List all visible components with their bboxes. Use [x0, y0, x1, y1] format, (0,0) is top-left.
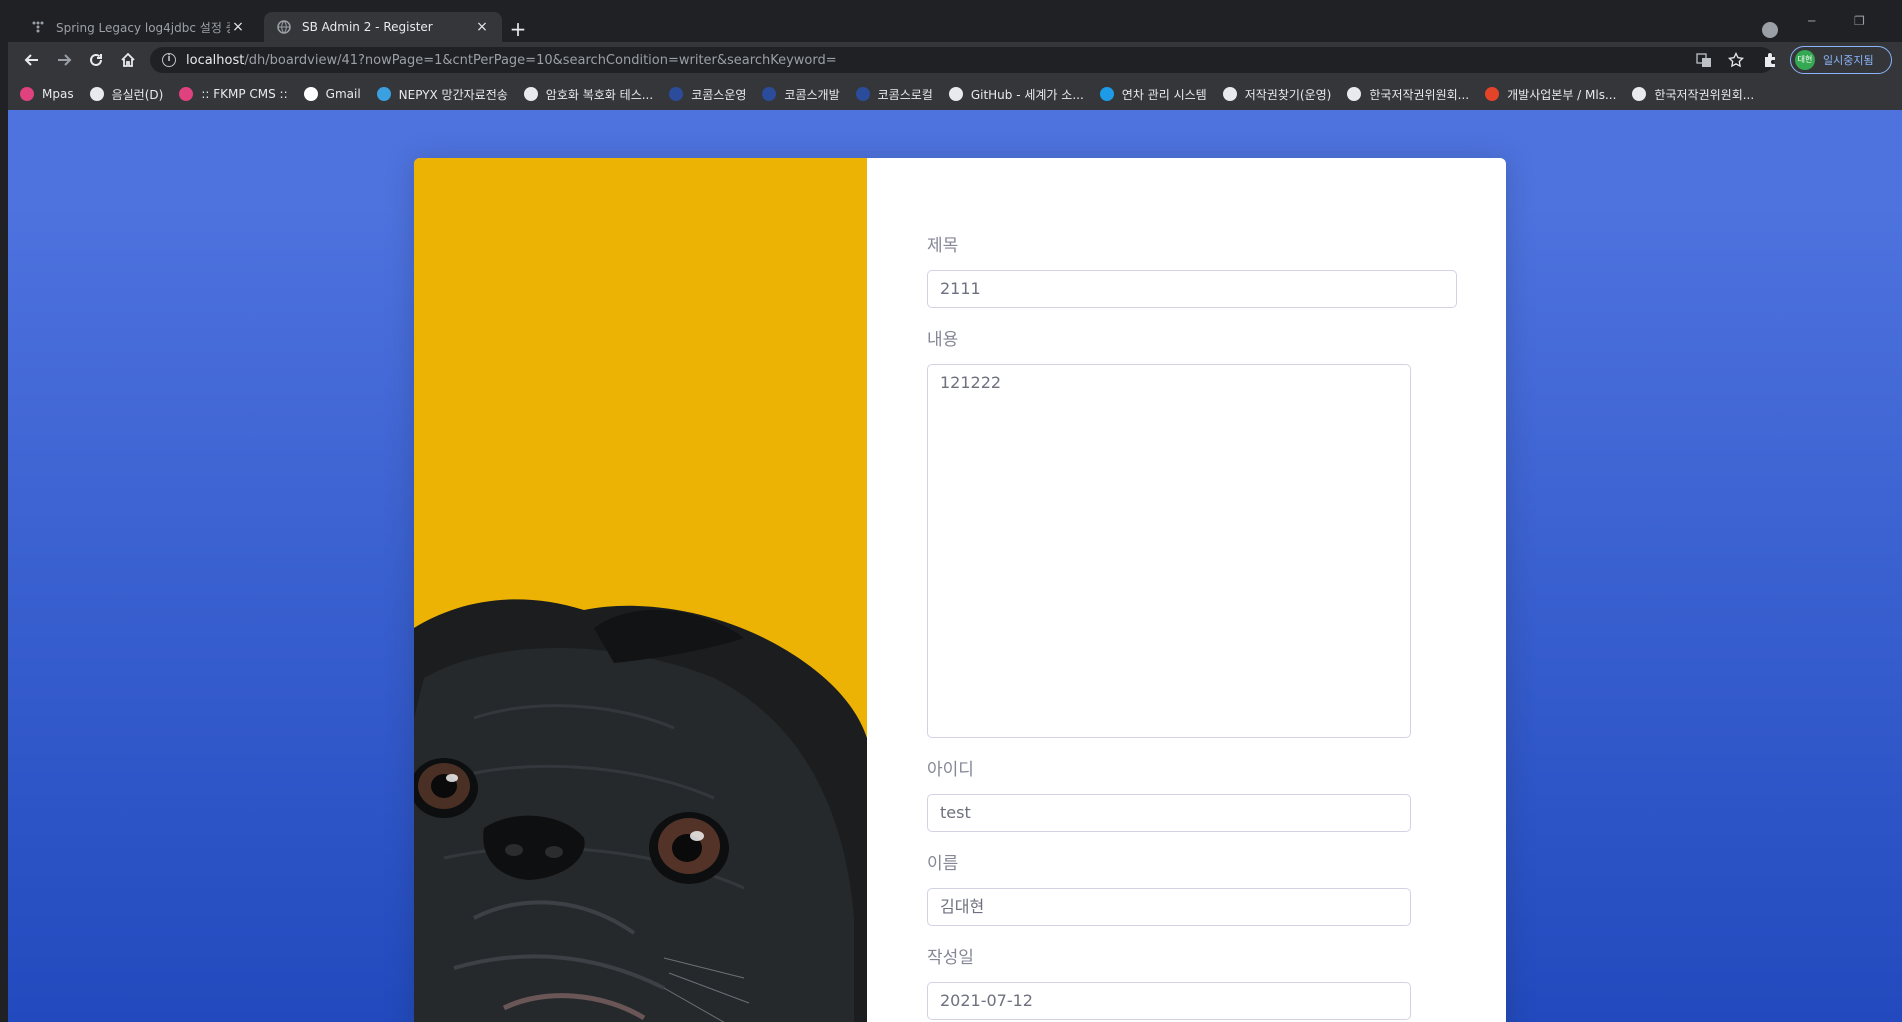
avatar: 대현: [1795, 50, 1815, 70]
bookmark-label: Mpas: [42, 87, 74, 101]
user-id-label: 아이디: [927, 760, 974, 780]
tab-search-icon[interactable]: [1762, 22, 1778, 38]
bookmark-item[interactable]: 한국저작권위원회...: [1347, 86, 1469, 103]
tab-title: SB Admin 2 - Register: [302, 20, 433, 34]
bookmark-item[interactable]: Mpas: [20, 87, 74, 101]
tab-spring-legacy[interactable]: Spring Legacy log4jdbc 설정 중 ×: [18, 12, 258, 42]
bookmark-label: 저작권찾기(운영): [1244, 87, 1332, 102]
home-icon[interactable]: [116, 48, 140, 72]
bookmark-item[interactable]: 코콤스개발: [762, 86, 840, 103]
tab-strip: Spring Legacy log4jdbc 설정 중 × SB Admin 2…: [8, 8, 1902, 42]
profile-button[interactable]: 대현 일시중지됨: [1790, 46, 1892, 74]
bookmark-item[interactable]: 암호화 복호화 테스...: [523, 86, 654, 103]
nepyx-icon: [376, 87, 391, 101]
bookmark-label: 한국저작권위원회...: [1369, 87, 1470, 102]
forward-icon[interactable]: [52, 48, 76, 72]
content-textarea[interactable]: 121222: [927, 364, 1411, 738]
site-info-icon[interactable]: i: [162, 53, 176, 67]
k-icon: [20, 87, 34, 101]
bookmark-label: 음실런(D): [111, 87, 164, 102]
tab-title: Spring Legacy log4jdbc 설정 중: [56, 20, 230, 35]
bookmark-label: Gmail: [325, 87, 361, 101]
user-id-input[interactable]: test: [927, 794, 1411, 832]
url-host: localhost: [186, 52, 245, 68]
bookmark-item[interactable]: 개발사업본부 / Mls...: [1485, 86, 1616, 103]
globe-favicon-icon: [276, 19, 292, 35]
bookmarks-bar: Mpas 음실런(D):: FKMP CMS :: Gmail NEPYX 망간자료전…: [8, 78, 1902, 110]
address-bar[interactable]: i localhost/dh/boardview/41?nowPage=1&cn…: [150, 47, 1774, 73]
tistory-favicon-icon: [30, 19, 46, 35]
name-label: 이름: [927, 854, 959, 874]
close-tab-icon[interactable]: ×: [474, 19, 490, 35]
bookmark-label: 한국저작권위원회...: [1654, 87, 1755, 102]
bookmark-label: 코콤스운영: [691, 87, 747, 102]
url-path: /dh/boardview/41?nowPage=1&cntPerPage=10…: [244, 52, 837, 68]
bookmark-item[interactable]: 코콤스로컬: [855, 86, 933, 103]
close-tab-icon[interactable]: ×: [230, 19, 246, 35]
bookmark-item[interactable]: 음실런(D): [89, 86, 164, 103]
translate-icon[interactable]: [1696, 47, 1712, 73]
minimize-icon[interactable]: ─: [1808, 14, 1815, 28]
bookmark-item[interactable]: NEPYX 망간자료전송: [376, 86, 508, 103]
pug-image: [414, 158, 867, 1022]
bookmark-item[interactable]: 한국저작권위원회...: [1632, 86, 1754, 103]
bookmark-label: :: FKMP CMS ::: [201, 87, 288, 101]
pug-illustration: [414, 599, 867, 1022]
bookmark-label: 암호화 복호화 테스...: [545, 87, 654, 102]
profile-status: 일시중지됨: [1823, 54, 1874, 67]
title-label: 제목: [927, 236, 959, 256]
bookmark-item[interactable]: :: FKMP CMS ::: [179, 87, 288, 101]
d-icon: [1099, 87, 1114, 101]
kocoms-icon: [669, 87, 684, 101]
bookmark-item[interactable]: 연차 관리 시스템: [1099, 86, 1207, 103]
kocoms-icon: [855, 87, 870, 101]
bookmark-label: 연차 관리 시스템: [1121, 87, 1207, 102]
bookmark-item[interactable]: Gmail: [303, 87, 361, 101]
bookmark-item[interactable]: 저작권찾기(운영): [1222, 86, 1332, 103]
board-view-card: 제목 2111 내용 121222 아이디 test 이름 김대현 작성일 20…: [414, 158, 1506, 1022]
globe-icon: [1222, 87, 1237, 101]
bookmark-label: NEPYX 망간자료전송: [398, 87, 508, 102]
bookmark-label: GitHub - 세계가 소...: [970, 87, 1084, 102]
globe-icon: [1347, 87, 1362, 101]
date-label: 작성일: [927, 948, 974, 968]
bookmark-label: 코콤스개발: [784, 87, 840, 102]
reload-icon[interactable]: [84, 48, 108, 72]
gitlab-icon: [1485, 87, 1500, 101]
name-input[interactable]: 김대현: [927, 888, 1411, 926]
new-tab-button[interactable]: +: [506, 18, 530, 42]
extensions-icon[interactable]: [1758, 48, 1782, 72]
back-icon[interactable]: [20, 48, 44, 72]
bookmark-item[interactable]: GitHub - 세계가 소...: [948, 86, 1084, 103]
date-input[interactable]: 2021-07-12: [927, 982, 1411, 1020]
restore-icon[interactable]: ❐: [1854, 14, 1865, 28]
tab-sb-admin-register[interactable]: SB Admin 2 - Register ×: [264, 12, 502, 42]
bookmark-star-icon[interactable]: [1728, 47, 1744, 73]
bookmark-label: 코콤스로컬: [877, 87, 933, 102]
kocoms-icon: [762, 87, 777, 101]
bookmark-item[interactable]: 코콤스운영: [669, 86, 746, 103]
page-viewport: 제목 2111 내용 121222 아이디 test 이름 김대현 작성일 20…: [8, 110, 1902, 1022]
globe-icon: [1632, 87, 1647, 101]
navigation-bar: i localhost/dh/boardview/41?nowPage=1&cn…: [8, 42, 1902, 78]
k-icon: [179, 87, 194, 101]
content-label: 내용: [927, 330, 959, 350]
globe-icon: [89, 87, 104, 101]
google-icon: [303, 87, 318, 101]
browser-chrome: Spring Legacy log4jdbc 설정 중 × SB Admin 2…: [8, 8, 1902, 110]
globe-icon: [523, 87, 538, 101]
github-icon: [948, 87, 963, 101]
title-input[interactable]: 2111: [927, 270, 1457, 308]
bookmark-label: 개발사업본부 / Mls...: [1507, 87, 1617, 102]
